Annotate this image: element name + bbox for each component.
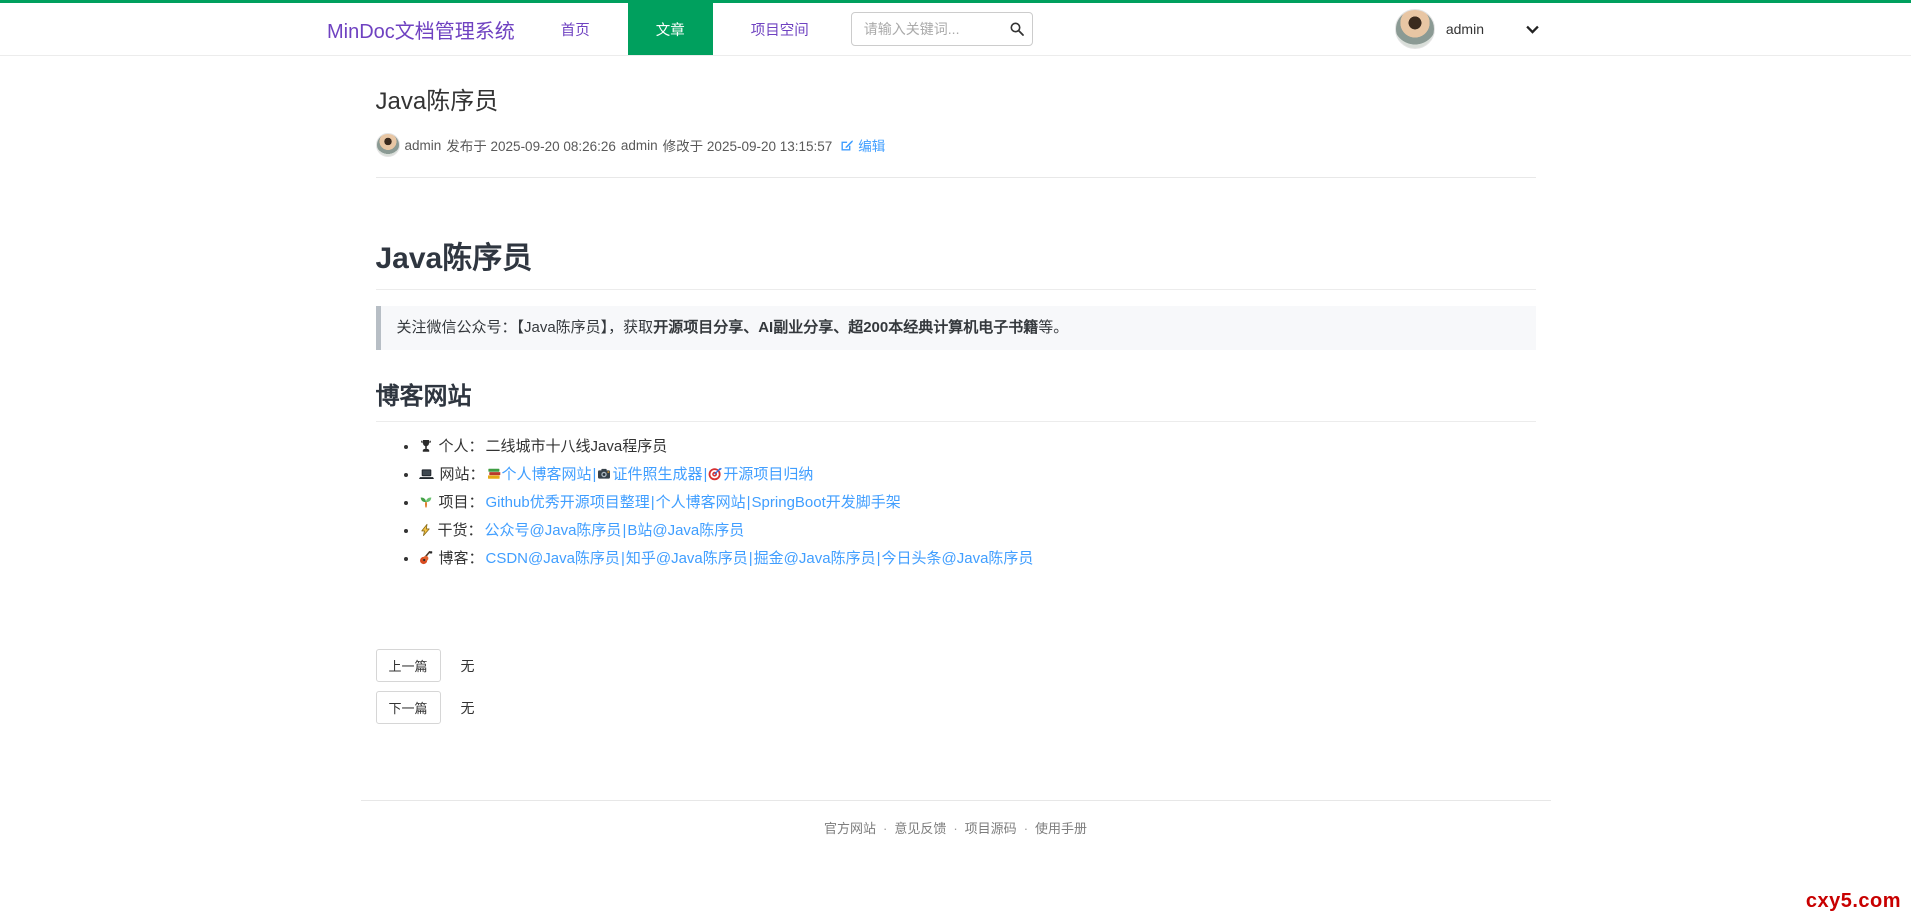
list-item-label: 项目： bbox=[439, 494, 484, 511]
camera-icon bbox=[597, 467, 611, 481]
meta-editor: admin bbox=[621, 138, 658, 153]
article-body: Java陈序员 关注微信公众号：【Java陈序员】，获取开源项目分享、AI副业分… bbox=[376, 233, 1536, 724]
laptop-icon bbox=[419, 467, 434, 481]
content-link[interactable]: 证件照生成器 bbox=[597, 466, 702, 483]
nav-item-project-space[interactable]: 项目空间 bbox=[737, 3, 823, 55]
footer-link[interactable]: 使用手册 bbox=[1035, 821, 1087, 836]
footer-separator: · bbox=[1024, 821, 1028, 836]
edit-link[interactable]: 编辑 bbox=[840, 135, 890, 155]
content-link[interactable]: 掘金@Java陈序员 bbox=[754, 550, 876, 567]
watermark: cxy5.com bbox=[1806, 890, 1901, 913]
link-separator: | bbox=[703, 466, 707, 483]
target-icon bbox=[708, 467, 722, 481]
list-item: 干货：公众号@Java陈序员|B站@Java陈序员 bbox=[419, 521, 1536, 541]
content-link[interactable]: 开源项目归纳 bbox=[708, 466, 813, 483]
username: admin bbox=[1446, 21, 1484, 37]
next-row: 下一篇 无 bbox=[376, 691, 1536, 724]
list-item: 网站：个人博客网站|证件照生成器|开源项目归纳 bbox=[419, 465, 1536, 485]
quote-prefix: 关注微信公众号：【Java陈序员】，获取 bbox=[397, 319, 654, 336]
content-link[interactable]: 个人博客网站 bbox=[487, 466, 592, 483]
article-quote: 关注微信公众号：【Java陈序员】，获取开源项目分享、AI副业分享、超200本经… bbox=[376, 306, 1536, 350]
page: MinDoc文档管理系统 首页文章项目空间 admin Java陈序员 bbox=[0, 0, 1911, 917]
content-link[interactable]: 知乎@Java陈序员 bbox=[626, 550, 748, 567]
footer-separator: · bbox=[883, 821, 887, 836]
trophy-icon bbox=[419, 439, 433, 453]
next-value: 无 bbox=[461, 698, 475, 718]
list-item-label: 博客： bbox=[439, 550, 484, 567]
guitar-icon bbox=[419, 551, 433, 565]
content-link[interactable]: B站@Java陈序员 bbox=[627, 522, 744, 539]
edit-label: 编辑 bbox=[858, 135, 885, 155]
nav-item-articles[interactable]: 文章 bbox=[628, 3, 713, 55]
search-icon bbox=[1009, 21, 1025, 37]
link-separator: | bbox=[749, 550, 753, 567]
avatar bbox=[1395, 9, 1435, 49]
list-item-label: 网站： bbox=[440, 466, 485, 483]
list-item: 项目：Github优秀开源项目整理|个人博客网站|SpringBoot开发脚手架 bbox=[419, 493, 1536, 513]
content-link[interactable]: 个人博客网站 bbox=[656, 494, 746, 511]
link-separator: | bbox=[593, 466, 597, 483]
footer: 官方网站 · 意见反馈 · 项目源码 · 使用手册 bbox=[361, 800, 1551, 837]
meta-published: 发布于 2025-09-20 08:26:26 bbox=[446, 135, 616, 155]
author-avatar bbox=[376, 133, 400, 157]
article-heading: Java陈序员 bbox=[376, 233, 1536, 290]
footer-link[interactable]: 项目源码 bbox=[965, 821, 1017, 836]
edit-icon bbox=[840, 138, 854, 152]
app-header: MinDoc文档管理系统 首页文章项目空间 admin bbox=[0, 0, 1911, 56]
quote-bold: 开源项目分享、AI副业分享、超200本经典计算机电子书籍 bbox=[653, 319, 1038, 336]
main-content: Java陈序员 admin 发布于 2025-09-20 08:26:26 ad… bbox=[376, 81, 1536, 724]
list-item: 博客：CSDN@Java陈序员|知乎@Java陈序员|掘金@Java陈序员|今日… bbox=[419, 549, 1536, 569]
content-link[interactable]: SpringBoot开发脚手架 bbox=[752, 494, 901, 511]
brand-logo[interactable]: MinDoc文档管理系统 bbox=[327, 15, 515, 44]
content-link[interactable]: 今日头条@Java陈序员 bbox=[882, 550, 1034, 567]
link-separator: | bbox=[877, 550, 881, 567]
meta-modified: 修改于 2025-09-20 13:15:57 bbox=[663, 135, 833, 155]
nav-item-home[interactable]: 首页 bbox=[547, 3, 604, 55]
user-menu[interactable]: admin bbox=[1395, 3, 1539, 55]
search-button[interactable] bbox=[1007, 19, 1027, 39]
footer-links: 官方网站 · 意见反馈 · 项目源码 · 使用手册 bbox=[361, 818, 1551, 837]
list-item: 个人：二线城市十八线Java程序员 bbox=[419, 437, 1536, 457]
seedling-icon bbox=[419, 495, 433, 509]
pagination: 上一篇 无 下一篇 无 bbox=[376, 649, 1536, 724]
list-item-label: 干货： bbox=[438, 522, 483, 539]
footer-separator: · bbox=[953, 821, 957, 836]
meta-author: admin bbox=[405, 138, 442, 153]
meta-divider bbox=[376, 177, 1536, 178]
prev-value: 无 bbox=[461, 656, 475, 676]
content-link[interactable]: Github优秀开源项目整理 bbox=[486, 494, 650, 511]
content-link[interactable]: 公众号@Java陈序员 bbox=[485, 522, 622, 539]
section-heading: 博客网站 bbox=[376, 376, 1536, 422]
next-button[interactable]: 下一篇 bbox=[376, 691, 441, 724]
lightning-icon bbox=[419, 523, 432, 537]
books-icon bbox=[487, 467, 501, 481]
prev-row: 上一篇 无 bbox=[376, 649, 1536, 682]
article-meta: admin 发布于 2025-09-20 08:26:26 admin 修改于 … bbox=[376, 133, 1536, 157]
main-nav: 首页文章项目空间 bbox=[533, 3, 837, 55]
prev-button[interactable]: 上一篇 bbox=[376, 649, 441, 682]
search-box bbox=[851, 12, 1033, 46]
feature-list: 个人：二线城市十八线Java程序员网站：个人博客网站|证件照生成器|开源项目归纳… bbox=[376, 437, 1536, 569]
page-title: Java陈序员 bbox=[376, 81, 1536, 116]
content-link[interactable]: CSDN@Java陈序员 bbox=[486, 550, 620, 567]
search-input[interactable] bbox=[851, 12, 1033, 46]
chevron-down-icon bbox=[1526, 25, 1539, 34]
footer-link[interactable]: 官方网站 bbox=[824, 821, 876, 836]
list-item-text: 二线城市十八线Java程序员 bbox=[486, 438, 668, 455]
link-separator: | bbox=[651, 494, 655, 511]
link-separator: | bbox=[622, 522, 626, 539]
footer-link[interactable]: 意见反馈 bbox=[894, 821, 946, 836]
link-separator: | bbox=[621, 550, 625, 567]
link-separator: | bbox=[747, 494, 751, 511]
list-item-label: 个人： bbox=[439, 438, 484, 455]
quote-suffix: 等。 bbox=[1038, 319, 1068, 336]
